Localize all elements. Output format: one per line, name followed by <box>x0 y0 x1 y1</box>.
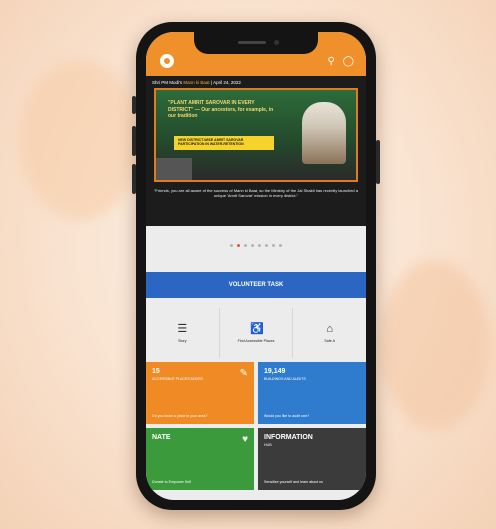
phone-power-button <box>376 140 380 184</box>
phone-volume-up <box>132 126 136 156</box>
stat-tiles: 15 ACCESSIBLE PLACES ADDED ✎ Do you know… <box>146 362 366 490</box>
tile-footer: Would you like to audit one? <box>264 414 310 418</box>
tile-footer: Donate to Empower Self <box>152 480 191 484</box>
tile-value: 19,149 <box>264 368 286 375</box>
banner-quote: "PLANT AMRIT SAROVAR IN EVERY DISTRICT" … <box>168 100 274 119</box>
user-icon[interactable]: ◯ <box>343 56 354 67</box>
carousel-dot[interactable] <box>265 244 268 247</box>
carousel-dot-active[interactable] <box>237 244 240 247</box>
bg-glow-left <box>20 60 140 220</box>
carousel-dot[interactable] <box>279 244 282 247</box>
caption-prefix: Shri PM Modi's <box>152 80 183 85</box>
tile-footer: Sensitise yourself and learn about us <box>264 480 323 484</box>
banner-image: "PLANT AMRIT SAROVAR IN EVERY DISTRICT" … <box>154 88 358 182</box>
tile-subtitle: BUILDINGS AND AUDITS <box>264 377 306 381</box>
carousel-dots <box>146 244 366 247</box>
book-icon: ☰ <box>177 323 188 335</box>
quick-link-label: Story <box>178 339 187 343</box>
phone-screen: ⚲ ◯ Shri PM Modi's Mann ki Baat | April … <box>146 32 366 500</box>
quick-link-label: Find Accessible Places <box>237 339 275 343</box>
header-icons: ⚲ ◯ <box>327 56 354 67</box>
news-banner[interactable]: Shri PM Modi's Mann ki Baat | April 24, … <box>146 76 366 226</box>
heart-hand-icon: ♥ <box>242 434 248 445</box>
quick-links: ☰ Story ♿ Find Accessible Places ⌂ Safe … <box>146 308 366 358</box>
bg-glow-right <box>380 260 490 430</box>
carousel-dot[interactable] <box>272 244 275 247</box>
tile-accessible-places[interactable]: 15 ACCESSIBLE PLACES ADDED ✎ Do you know… <box>146 362 254 424</box>
tile-buildings-audits[interactable]: 19,149 BUILDINGS AND AUDITS Would you li… <box>258 362 366 424</box>
banner-description: "Friends, you are all aware of the succe… <box>154 188 358 199</box>
home-icon: ⌂ <box>326 323 333 335</box>
carousel-dot[interactable] <box>258 244 261 247</box>
tile-value: NATE <box>152 434 171 441</box>
phone-frame: ⚲ ◯ Shri PM Modi's Mann ki Baat | April … <box>132 22 380 510</box>
quick-link-accessible-places[interactable]: ♿ Find Accessible Places <box>220 308 294 358</box>
speaker-photo <box>302 102 346 164</box>
caption-highlight: Mann ki Baat <box>183 80 210 85</box>
carousel-dot[interactable] <box>251 244 254 247</box>
tile-donate[interactable]: NATE ♥ Donate to Empower Self <box>146 428 254 490</box>
speaker <box>238 41 266 44</box>
thumbnail <box>156 158 192 180</box>
notch <box>194 32 318 54</box>
banner-strip: NEW DISTRICT-WISE AMRIT SAROVAR PARTICIP… <box>174 136 274 150</box>
tile-value: 15 <box>152 368 160 375</box>
lotus-icon[interactable] <box>160 54 174 68</box>
tile-subtitle: HUB <box>264 443 272 447</box>
phone-volume-down <box>132 164 136 194</box>
quick-link-label: Safe A <box>324 339 335 343</box>
volunteer-task-button[interactable]: VOLUNTEER TASK <box>146 272 366 298</box>
carousel-dot[interactable] <box>230 244 233 247</box>
quick-link-story[interactable]: ☰ Story <box>146 308 220 358</box>
tile-value: INFORMATION <box>264 434 313 441</box>
tile-subtitle: ACCESSIBLE PLACES ADDED <box>152 377 204 381</box>
tile-footer: Do you know a place in your area? <box>152 414 208 418</box>
wheelchair-icon: ♿ <box>250 323 264 335</box>
quick-link-safe[interactable]: ⌂ Safe A <box>293 308 366 358</box>
search-icon[interactable]: ⚲ <box>327 56 334 67</box>
tile-information-hub[interactable]: INFORMATION HUB Sensitise yourself and l… <box>258 428 366 490</box>
carousel-dot[interactable] <box>244 244 247 247</box>
caption-suffix: | April 24, 2022 <box>210 80 241 85</box>
phone-side-button <box>132 96 136 114</box>
front-camera <box>274 40 279 45</box>
strip-text: NEW DISTRICT-WISE AMRIT SAROVAR PARTICIP… <box>178 138 244 146</box>
clipboard-icon: ✎ <box>239 368 248 379</box>
